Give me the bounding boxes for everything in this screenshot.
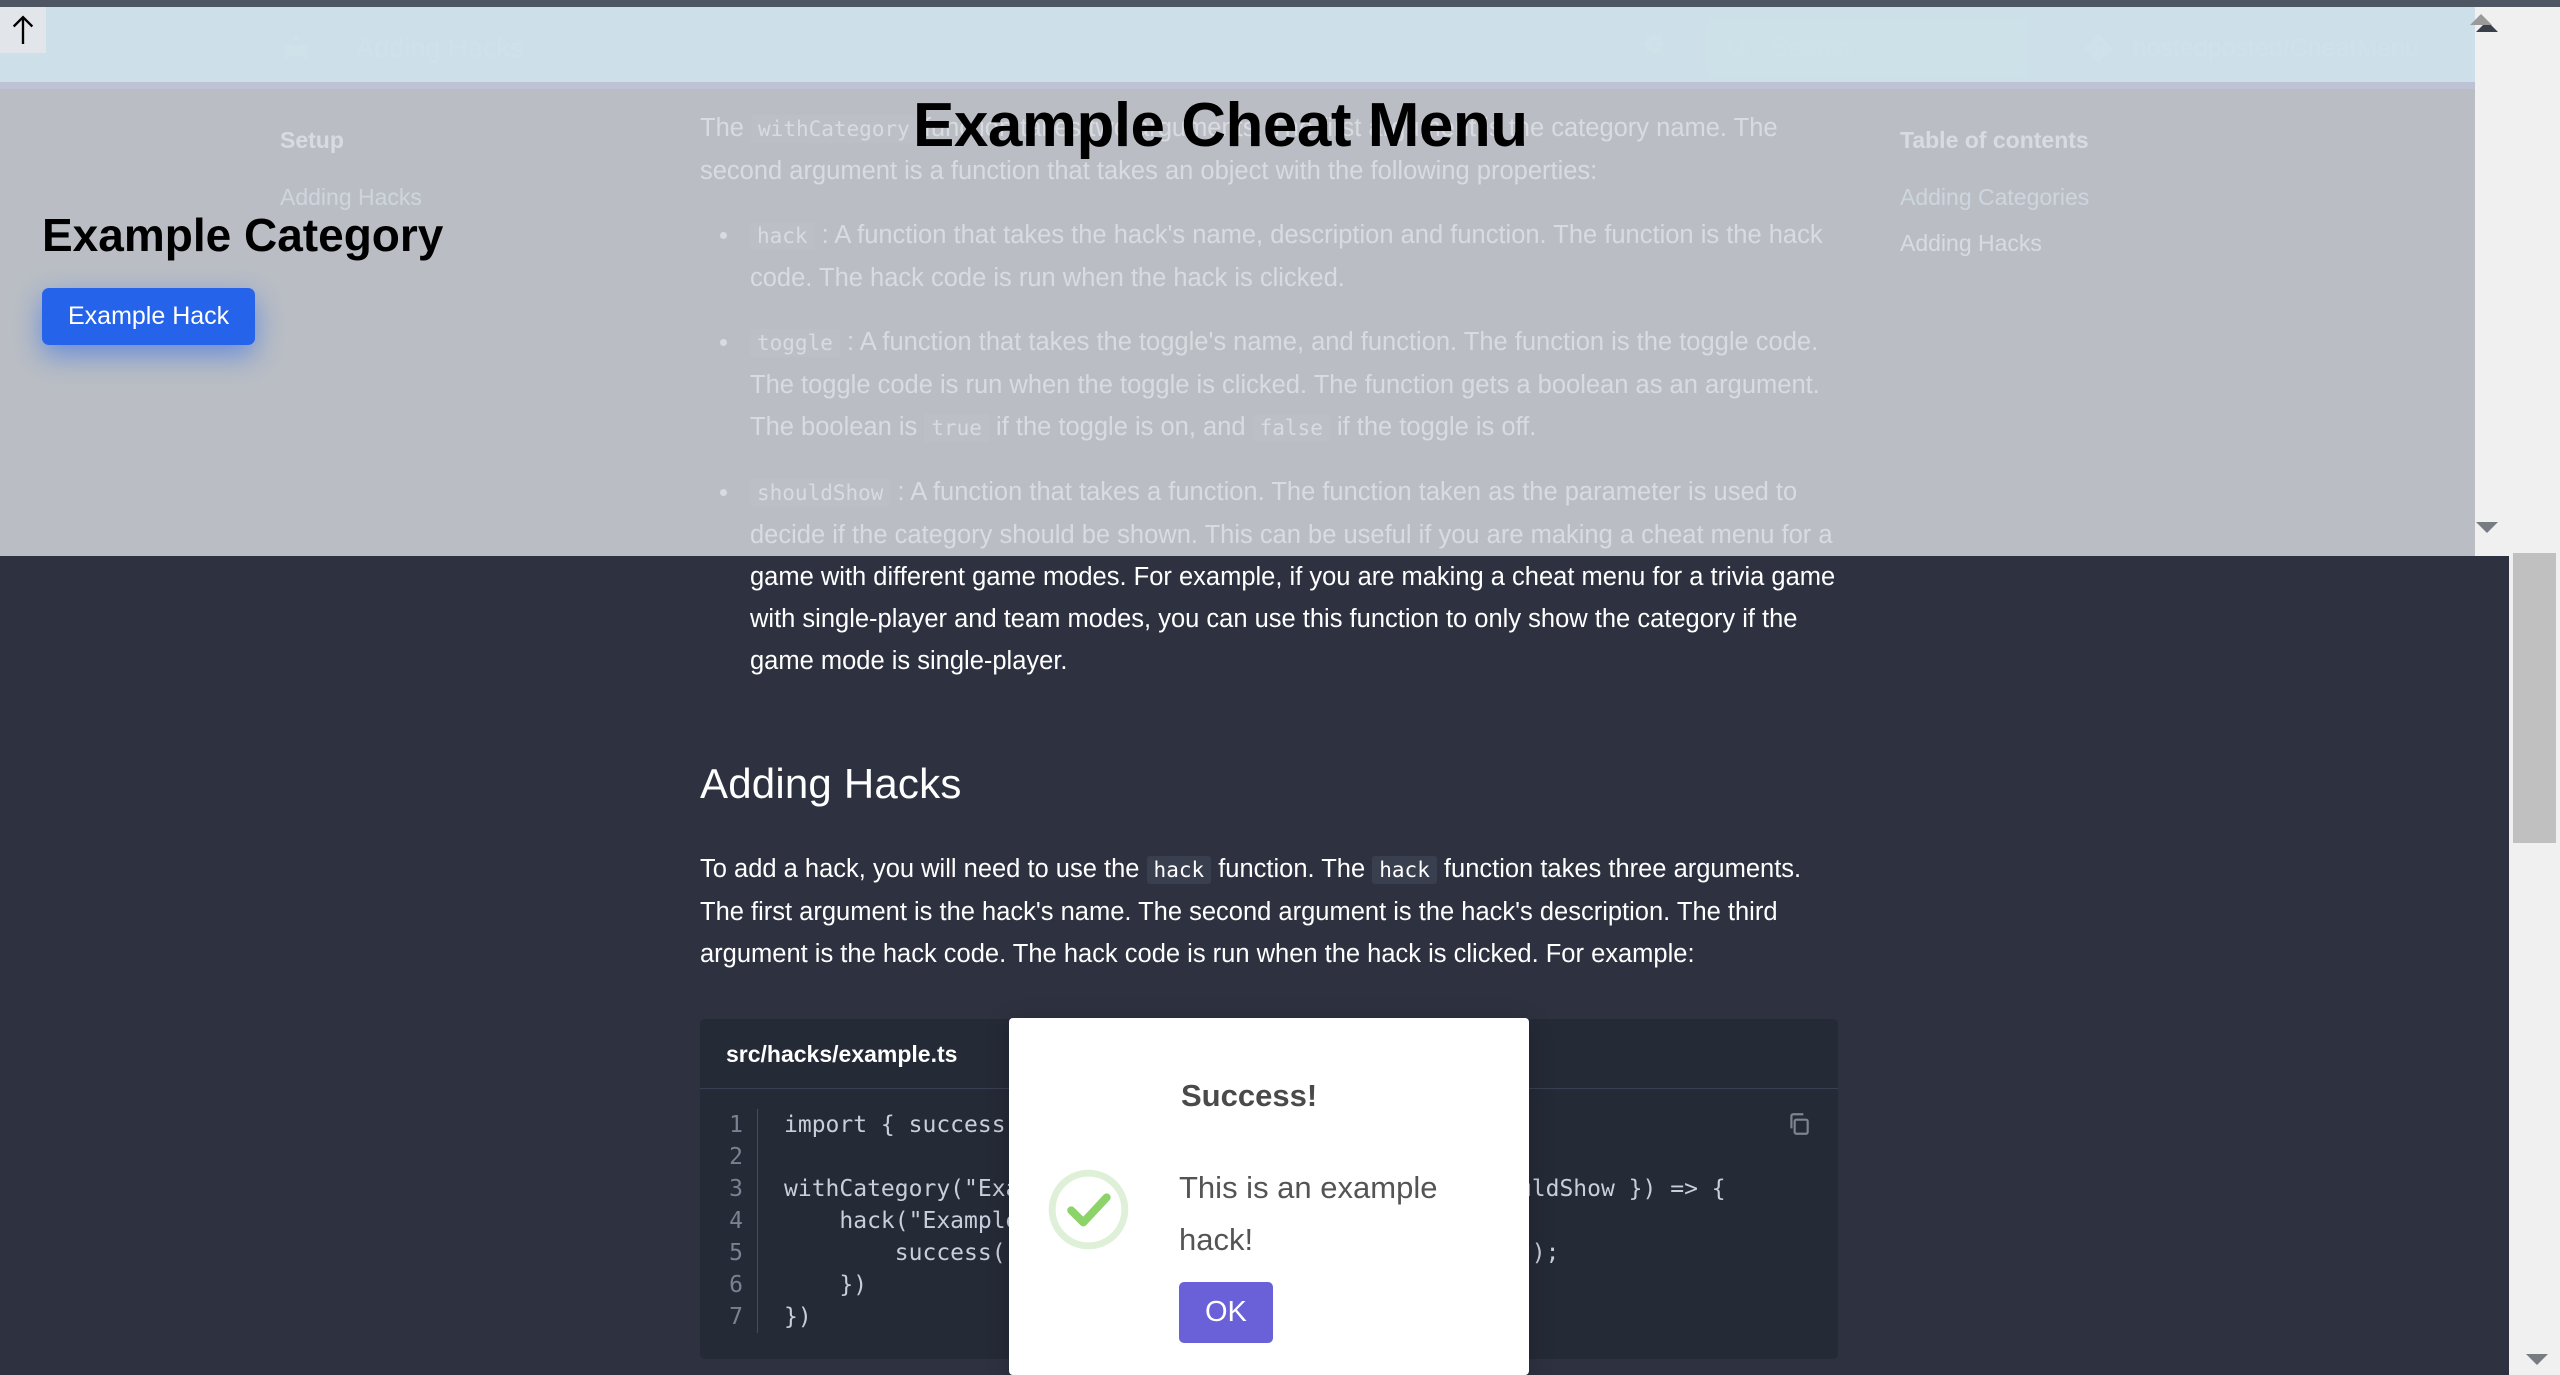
code-hack-1: hack xyxy=(1146,856,1212,884)
arrow-up-icon xyxy=(12,15,34,44)
inner-scroll-down-icon[interactable] xyxy=(2476,522,2498,533)
window-scrollbar[interactable] xyxy=(2476,7,2560,1375)
back-button[interactable] xyxy=(0,7,46,53)
modal-title: Success! xyxy=(1181,1078,1318,1113)
code-true: true xyxy=(924,414,989,442)
screen-root: Adding Hacks A Search hostedposted/Cheat… xyxy=(0,0,2560,1375)
list-item: shouldShow : A function that takes a fun… xyxy=(700,471,1840,682)
property-list: hack : A function that takes the hack's … xyxy=(700,214,1840,682)
code-hack: hack xyxy=(750,222,815,250)
search-icon xyxy=(1728,37,1750,59)
header-right-group: A Search hostedposted/CheatMenu xyxy=(1637,18,2509,78)
repo-name: hostedposted/CheatMenu xyxy=(2132,33,2419,62)
line-number: 4 xyxy=(729,1208,743,1234)
toc-item-adding-hacks[interactable]: Adding Hacks xyxy=(1900,220,2300,266)
sec-p2: function. The xyxy=(1211,855,1373,883)
code-false: false xyxy=(1252,414,1330,442)
modal-message: This is an example hack! xyxy=(1179,1170,1438,1257)
site-header: Adding Hacks A Search hostedposted/Cheat… xyxy=(0,7,2509,89)
inner-scroll-up-icon[interactable] xyxy=(2470,14,2492,25)
code-line-numbers: 1 2 3 4 5 6 7 xyxy=(700,1109,758,1333)
modal-ok-button[interactable]: OK xyxy=(1179,1282,1273,1343)
bullet-hack-text: : A function that takes the hack's name,… xyxy=(750,221,1823,292)
diamond-repo-icon xyxy=(2083,33,2113,63)
repo-link[interactable]: hostedposted/CheatMenu xyxy=(2082,32,2419,65)
toc-title: Table of contents xyxy=(1900,127,2089,153)
example-hack-button[interactable]: Example Hack xyxy=(42,288,256,345)
cheat-menu-category-title: Example Category xyxy=(42,209,444,261)
list-item: toggle : A function that takes the toggl… xyxy=(700,321,1840,449)
site-logo[interactable]: Adding Hacks xyxy=(280,32,524,64)
inner-scroll-gutter[interactable] xyxy=(2475,7,2509,556)
bullet-should-show-text: : A function that takes a function. The … xyxy=(750,478,1836,675)
scrollbar-thumb[interactable] xyxy=(2513,553,2556,843)
book-icon xyxy=(285,34,307,59)
page-title: Adding Hacks xyxy=(356,32,524,63)
search-placeholder: Search xyxy=(1771,33,1851,62)
check-circle-icon xyxy=(1048,1169,1129,1250)
line-number: 1 xyxy=(729,1112,743,1138)
palette-icon[interactable]: A xyxy=(1637,31,1671,65)
search-input[interactable]: Search xyxy=(1706,18,2027,78)
line-number: 3 xyxy=(729,1176,743,1202)
bullet-toggle-text-3: if the toggle is off. xyxy=(1329,413,1537,441)
sidebar-section-title: Setup xyxy=(280,127,344,153)
svg-text:A: A xyxy=(1650,40,1657,51)
section-heading-adding-hacks: Adding Hacks xyxy=(700,760,962,807)
code-should-show: shouldShow xyxy=(750,479,891,507)
copy-icon[interactable] xyxy=(1786,1111,1812,1137)
toc-item-adding-categories[interactable]: Adding Categories xyxy=(1900,174,2300,220)
table-of-contents: Table of contents Adding Categories Addi… xyxy=(1900,127,2300,266)
line-number: 2 xyxy=(729,1144,743,1170)
triangle-down-icon[interactable] xyxy=(2526,1354,2548,1365)
line-number: 5 xyxy=(729,1240,743,1266)
sec-p1: To add a hack, you will need to use the xyxy=(700,855,1147,883)
section-paragraph: To add a hack, you will need to use the … xyxy=(700,848,1840,975)
success-modal: Success! This is an example hack! OK xyxy=(1009,1018,1529,1375)
intro-text-before: The xyxy=(700,114,752,142)
sidebar-nav: Setup Adding Hacks xyxy=(280,127,660,220)
line-number: 7 xyxy=(729,1304,743,1330)
cheat-menu-title: Example Cheat Menu xyxy=(913,91,1528,160)
window-chrome-strip xyxy=(0,0,2560,7)
list-item: hack : A function that takes the hack's … xyxy=(700,214,1840,299)
code-hack-2: hack xyxy=(1372,856,1437,884)
bullet-toggle-text-2: if the toggle is on, and xyxy=(988,413,1253,441)
code-toggle: toggle xyxy=(750,329,840,357)
line-number: 6 xyxy=(729,1272,743,1298)
code-with-category: withCategory xyxy=(751,115,917,143)
